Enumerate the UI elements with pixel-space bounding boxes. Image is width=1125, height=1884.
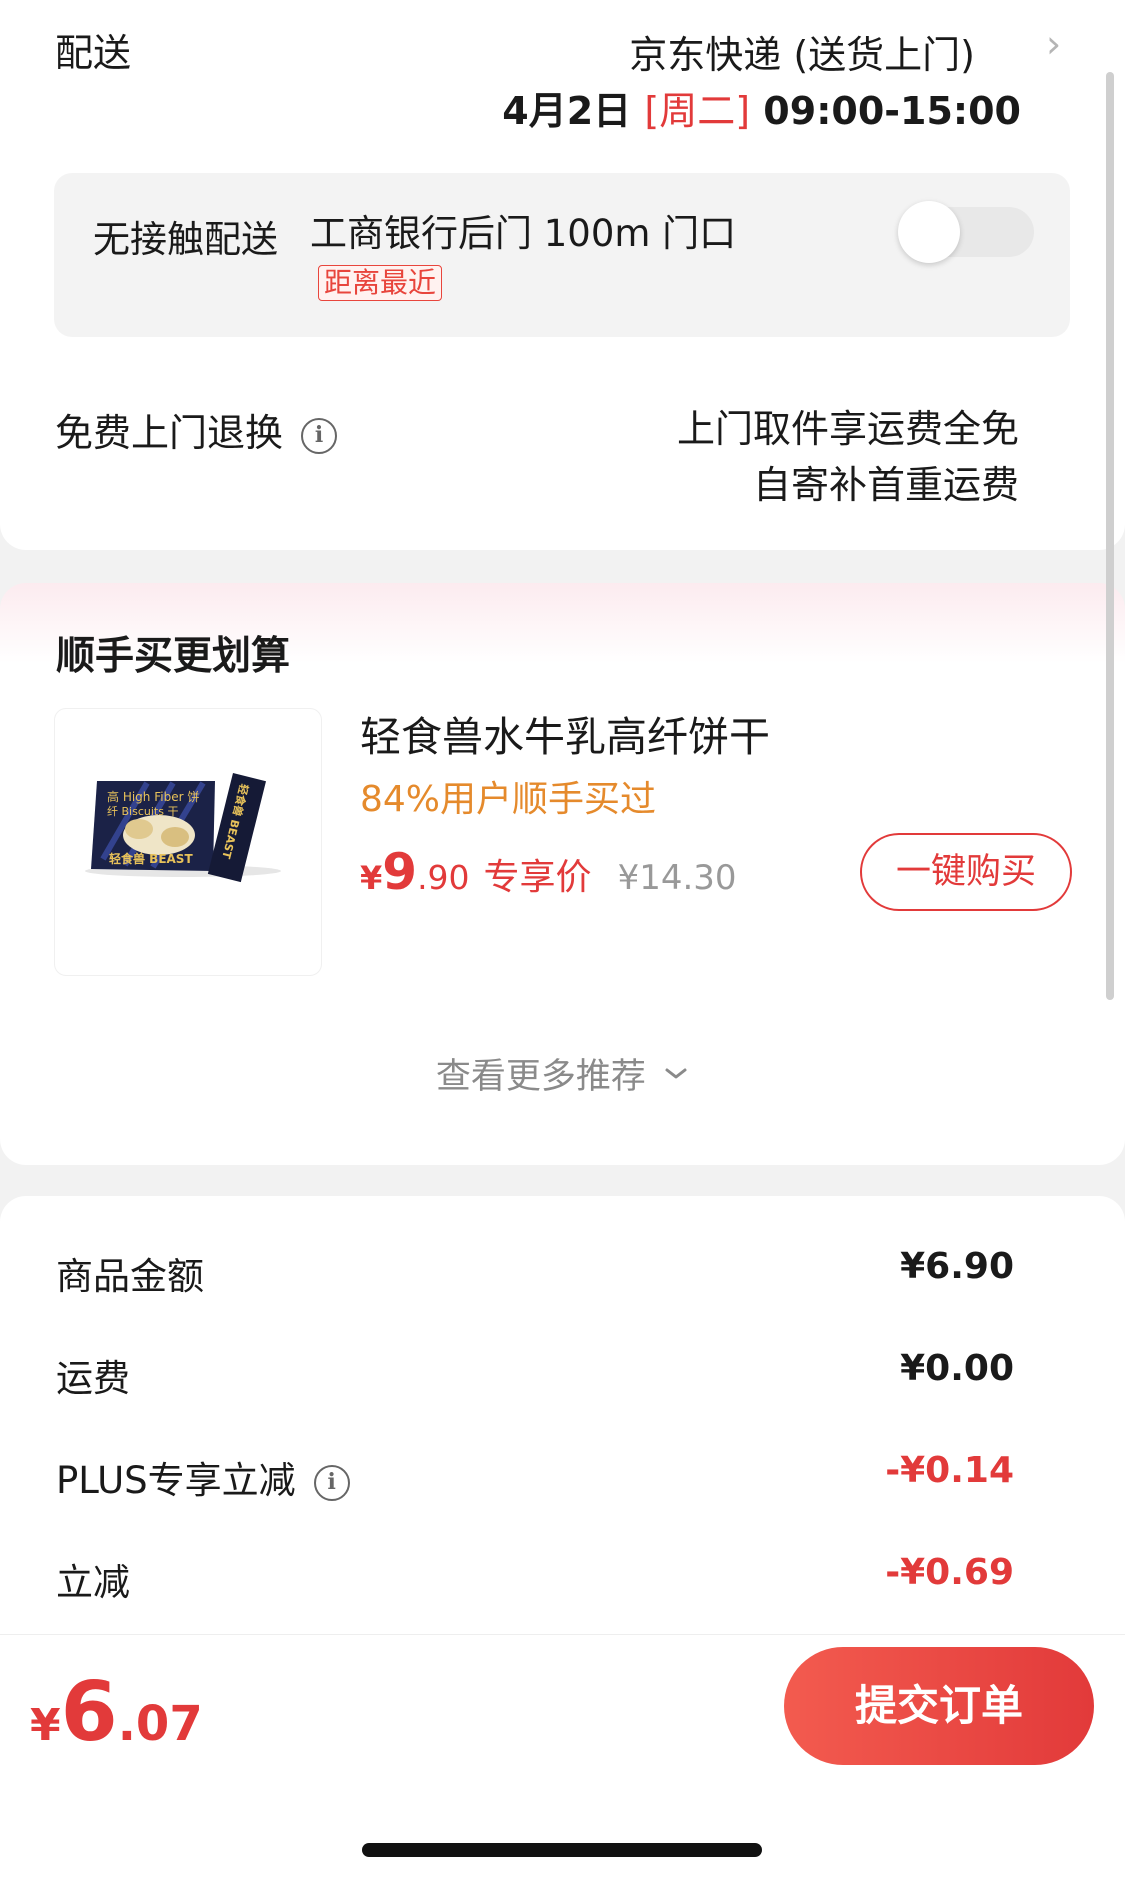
total-integer: 6 [60,1665,118,1760]
delivery-label: 配送 [55,31,132,75]
free-return-text: 免费上门退换 [55,411,284,455]
summary-row-shipping: 运费 ¥0.00 [56,1348,1014,1408]
info-icon[interactable]: i [301,418,338,454]
free-return-label: 免费上门退换 i [55,402,338,457]
chevron-right-icon[interactable]: › [1046,22,1061,66]
original-price: ¥14.30 [617,858,737,898]
price-decimal: .90 [417,858,470,897]
total-symbol: ¥ [30,1700,61,1751]
summary-label: 商品金额 [56,1255,204,1298]
product-name[interactable]: 轻食兽水牛乳高纤饼干 [360,703,770,763]
recommend-title: 顺手买更划算 [56,634,291,679]
delivery-time-range: 09:00-15:00 [750,89,1021,133]
delivery-weekday: [周二] [644,89,751,133]
summary-label: 立减 [56,1561,130,1604]
delivery-method[interactable]: 京东快递 (送货上门) [629,24,975,79]
product-box-illustration: 高 High Fiber 饼 纤 Biscuits 干 轻食兽 BEAST 轻食… [85,773,281,883]
free-return-line1: 上门取件享运费全免 [676,407,1019,451]
order-summary-card: 商品金额 ¥6.90 运费 ¥0.00 PLUS专享立减 i -¥0.14 立减 … [0,1196,1125,1636]
summary-value: ¥6.90 [900,1246,1014,1287]
contactless-address-text: 工商银行后门 100m 门口 [310,212,737,255]
summary-row-instant-discount: 立减 -¥0.69 [56,1552,1014,1612]
contactless-address: 工商银行后门 100m 门口 距离最近 [310,209,810,309]
see-more-label: 查看更多推荐 [435,1057,646,1097]
summary-label: 运费 [56,1357,130,1400]
price-tag: 专享价 [483,857,592,898]
contactless-delivery-box: 无接触配送 工商银行后门 100m 门口 距离最近 [54,173,1070,337]
delivery-time[interactable]: 4月2日 [周二] 09:00-15:00 [502,80,1021,135]
summary-value: ¥0.00 [900,1348,1014,1389]
submit-order-button[interactable]: 提交订单 [784,1647,1094,1765]
scrollbar[interactable] [1106,72,1114,1000]
see-more-recommendations[interactable]: 查看更多推荐 [0,1048,1125,1099]
home-indicator[interactable] [362,1843,762,1857]
svg-text:纤 Biscuits 干: 纤 Biscuits 干 [107,805,178,818]
price-symbol: ¥ [360,859,383,897]
product-image[interactable]: 高 High Fiber 饼 纤 Biscuits 干 轻食兽 BEAST 轻食… [54,708,322,976]
summary-value: -¥0.69 [885,1552,1014,1593]
info-icon[interactable]: i [313,1465,350,1501]
delivery-card: 配送 京东快递 (送货上门) › 4月2日 [周二] 09:00-15:00 无… [0,0,1125,550]
summary-value: -¥0.14 [885,1450,1014,1491]
svg-text:高 High Fiber 饼: 高 High Fiber 饼 [107,789,199,804]
total-decimal: .07 [117,1696,203,1752]
product-price: ¥9.90 专享价 ¥14.30 [360,843,737,901]
summary-label-text: PLUS专享立减 [56,1459,296,1502]
checkout-bar: ¥6.07 提交订单 [0,1634,1125,1884]
chevron-down-icon [665,1068,687,1079]
delivery-date: 4月2日 [502,89,645,133]
summary-row-goods-amount: 商品金额 ¥6.90 [56,1246,1014,1306]
free-return-line2: 自寄补首重运费 [752,463,1019,507]
nearest-badge: 距离最近 [318,265,443,301]
toggle-knob [898,201,960,263]
summary-label: PLUS专享立减 i [56,1450,350,1504]
svg-text:轻食兽 BEAST: 轻食兽 BEAST [109,851,193,866]
product-promo: 84%用户顺手买过 [360,779,657,820]
contactless-label: 无接触配送 [93,218,278,261]
one-click-buy-button[interactable]: 一键购买 [860,833,1072,911]
price-integer: 9 [382,843,418,901]
total-price: ¥6.07 [30,1665,203,1760]
contactless-toggle[interactable] [898,201,1034,263]
recommend-card: 顺手买更划算 高 High Fiber 饼 纤 Biscuits 干 轻食兽 B… [0,583,1125,1165]
summary-row-plus-discount: PLUS专享立减 i -¥0.14 [56,1450,1014,1510]
